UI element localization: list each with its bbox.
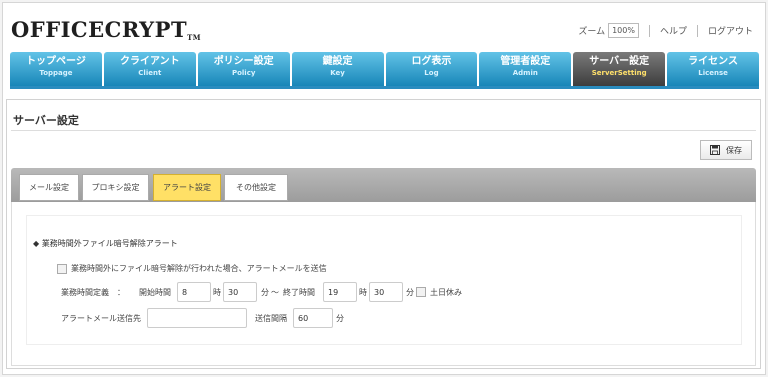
minute-unit: 分: [261, 287, 269, 297]
officecrypt-logo: OFFICECRYPTTM: [11, 17, 202, 42]
recipient-row: アラートメール送信先 送信間隔 60 分: [61, 308, 344, 328]
tab-mail-settings[interactable]: メール設定: [19, 174, 79, 201]
hour-unit: 時: [213, 287, 221, 297]
hour-unit: 時: [359, 287, 367, 297]
send-alert-checkbox[interactable]: [57, 263, 67, 274]
recipient-label: アラートメール送信先: [61, 313, 141, 323]
section-heading: ◆ 業務時間外ファイル暗号解除アラート: [33, 239, 178, 248]
logout-link[interactable]: ログアウト: [708, 24, 753, 37]
header-links: ズーム 100% ヘルプ ログアウト: [578, 23, 753, 38]
nav-license[interactable]: ライセンス License: [667, 52, 759, 86]
nav-toppage[interactable]: トップページ Toppage: [10, 52, 102, 86]
save-icon: [710, 145, 720, 155]
help-link[interactable]: ヘルプ: [660, 24, 687, 37]
nav-key[interactable]: 鍵設定 Key: [291, 52, 384, 86]
content-panel: サーバー設定 保存 メール設定 プロキシ設定 アラート設定 その他設定 ◆ 業務…: [6, 99, 761, 369]
weekend-off-label: 土日休み: [430, 287, 462, 297]
recipient-input[interactable]: [147, 308, 247, 328]
save-button[interactable]: 保存: [700, 140, 752, 160]
start-time-label: 開始時間: [139, 287, 171, 297]
start-minute-input[interactable]: 30: [223, 282, 257, 302]
interval-label: 送信間隔: [255, 313, 287, 323]
zoom-value[interactable]: 100%: [608, 23, 639, 38]
title-divider: [11, 130, 756, 131]
divider: [696, 24, 698, 37]
business-hours-row: 業務時間定義 ： 開始時間 8 時 30 分 〜 終了時間 19 時 30 分 …: [61, 282, 462, 302]
nav-client[interactable]: クライアント Client: [103, 52, 196, 86]
nav-admin[interactable]: 管理者設定 Admin: [479, 52, 572, 86]
start-hour-input[interactable]: 8: [177, 282, 211, 302]
zoom-label: ズーム: [578, 27, 606, 37]
business-hours-label: 業務時間定義 ：: [61, 287, 125, 297]
tab-alert-settings[interactable]: アラート設定: [153, 174, 221, 201]
minute-unit: 分: [406, 287, 414, 297]
interval-unit: 分: [336, 313, 344, 323]
alert-settings-body: ◆ 業務時間外ファイル暗号解除アラート 業務時間外にファイル暗号解除が行われた場…: [11, 202, 756, 366]
nav-underline: [10, 86, 759, 89]
tab-other-settings[interactable]: その他設定: [224, 174, 288, 201]
range-separator: 〜: [271, 287, 279, 297]
main-nav: トップページ Toppage クライアント Client ポリシー設定 Policy …: [10, 52, 759, 86]
page-title: サーバー設定: [13, 114, 79, 127]
alert-section: ◆ 業務時間外ファイル暗号解除アラート 業務時間外にファイル暗号解除が行われた場…: [26, 215, 742, 345]
end-minute-input[interactable]: 30: [369, 282, 403, 302]
weekend-off-checkbox[interactable]: [416, 287, 426, 297]
end-hour-input[interactable]: 19: [323, 282, 357, 302]
end-time-label: 終了時間: [283, 287, 315, 297]
interval-input[interactable]: 60: [293, 308, 333, 328]
tab-proxy-settings[interactable]: プロキシ設定: [82, 174, 149, 201]
settings-tabbar: メール設定 プロキシ設定 アラート設定 その他設定: [11, 168, 756, 202]
save-label: 保存: [726, 145, 742, 155]
divider: [648, 24, 650, 37]
send-alert-row: 業務時間外にファイル暗号解除が行われた場合、アラートメールを送信: [57, 263, 327, 274]
nav-log[interactable]: ログ表示 Log: [385, 52, 478, 86]
send-alert-label: 業務時間外にファイル暗号解除が行われた場合、アラートメールを送信: [71, 264, 327, 273]
nav-server-setting[interactable]: サーバー設定 ServerSetting: [573, 52, 666, 86]
nav-policy[interactable]: ポリシー設定 Policy: [197, 52, 290, 86]
